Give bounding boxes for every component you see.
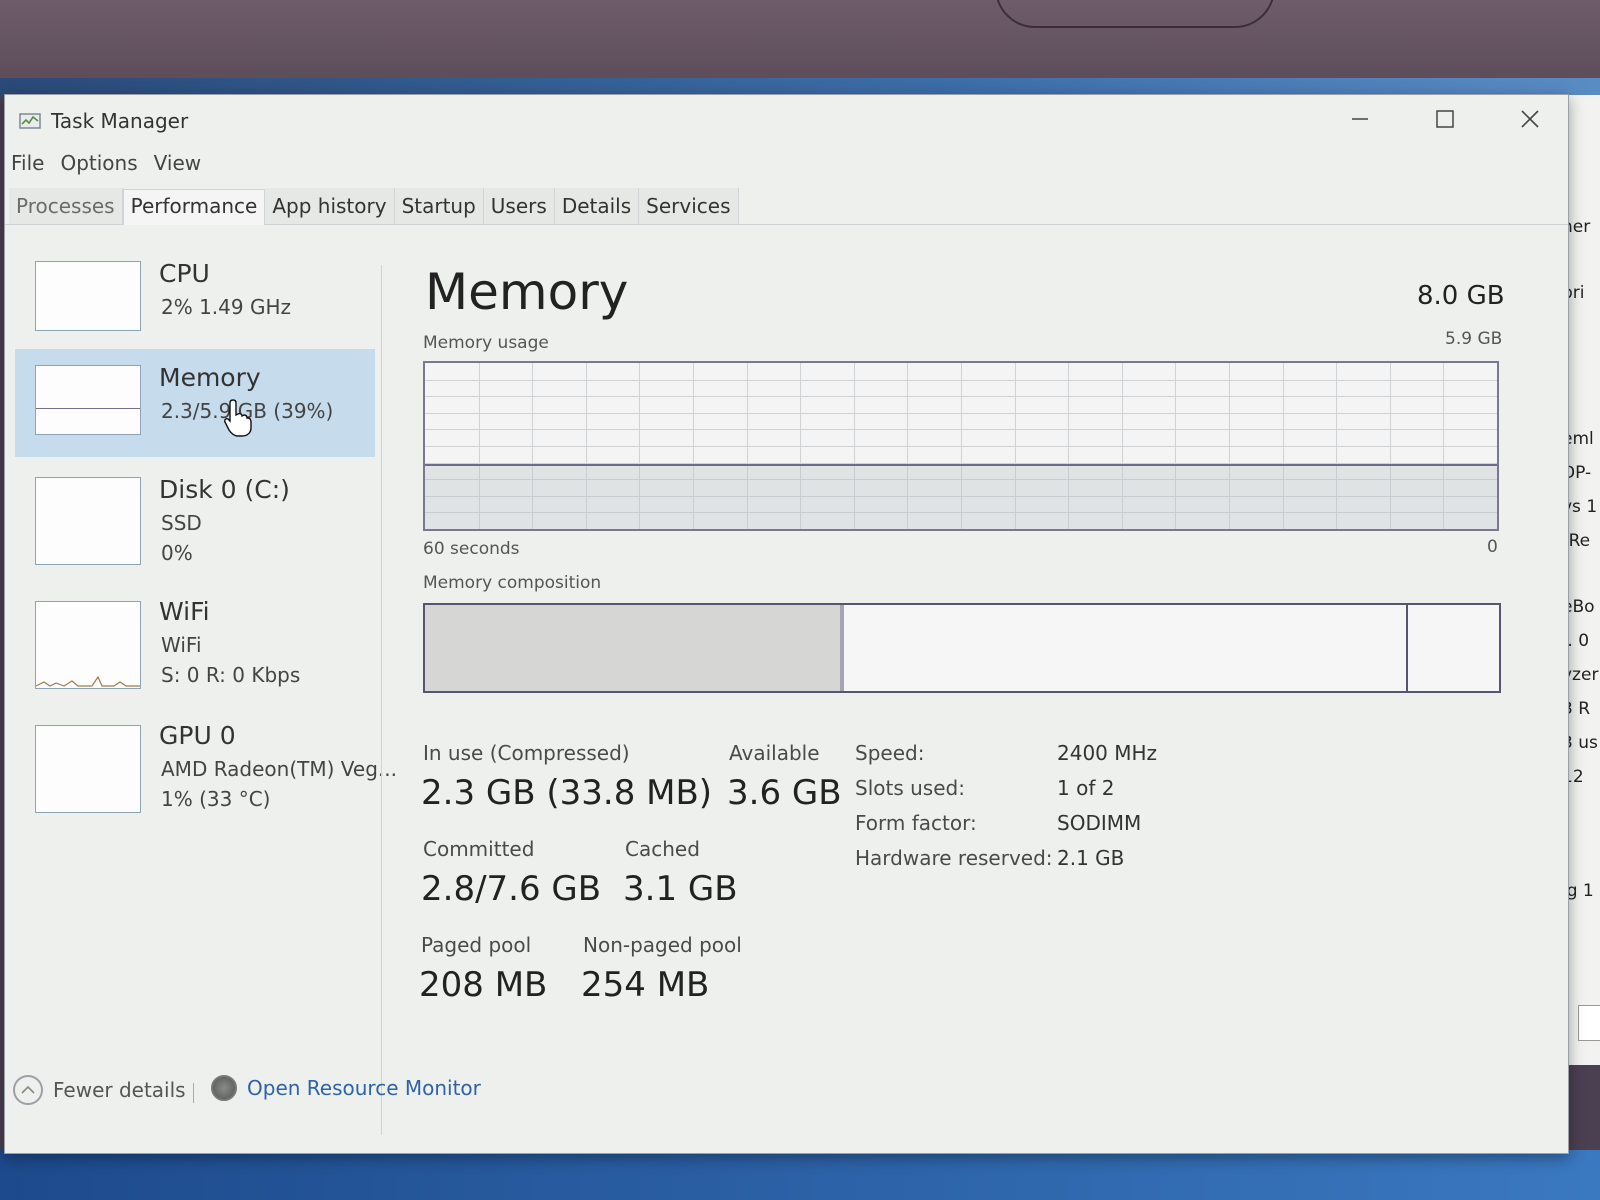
sidebar-item-detail: S: 0 R: 0 Kbps — [161, 663, 301, 687]
usage-graph-max: 5.9 GB — [1445, 329, 1503, 349]
wifi-thumbnail-graph — [35, 601, 141, 689]
sidebar-item-wifi[interactable]: WiFi WiFi S: 0 R: 0 Kbps — [15, 583, 375, 691]
hand-cursor-icon — [224, 399, 252, 437]
open-resource-monitor-link[interactable]: Open Resource Monitor — [211, 1075, 481, 1101]
sidebar-item-title: Disk 0 (C:) — [159, 475, 290, 504]
menu-file[interactable]: File — [11, 151, 44, 179]
graph-axis-right: 0 — [1487, 537, 1498, 557]
sidebar-item-memory[interactable]: Memory 2.3/5.9 GB (39%) — [15, 349, 375, 457]
minimize-button[interactable] — [1325, 99, 1395, 139]
composition-label: Memory composition — [423, 573, 602, 593]
form-factor-value: SODIMM — [1057, 811, 1142, 835]
in-use-value: 2.3 GB (33.8 MB) — [421, 773, 713, 813]
committed-label: Committed — [423, 837, 535, 861]
wifi-sparkline — [36, 675, 140, 687]
graph-gridline — [425, 396, 1497, 398]
graph-gridline — [425, 412, 1497, 414]
footer-divider — [193, 1083, 194, 1103]
tab-users[interactable]: Users — [483, 188, 555, 224]
in-use-label: In use (Compressed) — [423, 741, 630, 765]
gpu-thumbnail-graph — [35, 725, 141, 813]
sidebar-item-title: WiFi — [159, 597, 210, 626]
available-label: Available — [729, 741, 820, 765]
graph-gridline — [425, 446, 1497, 447]
form-factor-label: Form factor: — [855, 811, 977, 835]
sidebar-item-title: Memory — [159, 363, 261, 392]
tab-processes[interactable]: Processes — [9, 188, 123, 224]
disk-thumbnail-graph — [35, 477, 141, 565]
sidebar-item-gpu[interactable]: GPU 0 AMD Radeon(TM) Veg... 1% (33 °C) — [15, 707, 397, 815]
graph-gridline — [425, 429, 1497, 431]
resource-sidebar: CPU 2% 1.49 GHz Memory 2.3/5.9 GB (39%) … — [11, 241, 397, 1141]
tab-app-history[interactable]: App history — [265, 188, 395, 224]
tab-services[interactable]: Services — [639, 188, 739, 224]
cached-label: Cached — [625, 837, 700, 861]
tab-details[interactable]: Details — [554, 188, 640, 224]
hardware-reserved-value: 2.1 GB — [1057, 846, 1125, 870]
paged-pool-value: 208 MB — [419, 965, 548, 1005]
task-manager-window: Task Manager File Options View Processes… — [4, 94, 1569, 1154]
sidebar-item-cpu[interactable]: CPU 2% 1.49 GHz — [15, 241, 375, 349]
chevron-up-icon — [13, 1075, 43, 1105]
slots-label: Slots used: — [855, 776, 965, 800]
maximize-icon — [1436, 110, 1454, 128]
cpu-thumbnail-graph — [35, 261, 141, 331]
hardware-reserved-label: Hardware reserved: — [855, 846, 1053, 870]
sidebar-item-detail: SSD — [161, 511, 202, 535]
webcam-notch — [995, 0, 1275, 28]
resource-monitor-icon — [211, 1075, 237, 1101]
sidebar-item-detail: WiFi — [161, 633, 202, 657]
sidebar-item-disk[interactable]: Disk 0 (C:) SSD 0% — [15, 459, 375, 567]
fewer-details-label: Fewer details — [53, 1078, 186, 1102]
tab-bar: Processes Performance App history Startu… — [5, 187, 1568, 225]
title-bar[interactable]: Task Manager — [5, 95, 1568, 143]
tab-performance[interactable]: Performance — [122, 189, 266, 225]
open-resource-monitor-label: Open Resource Monitor — [247, 1076, 481, 1100]
window-title: Task Manager — [51, 109, 189, 133]
laptop-bezel — [0, 0, 1600, 80]
sidebar-item-detail: AMD Radeon(TM) Veg... — [161, 757, 397, 781]
memory-composition-bar — [423, 603, 1501, 693]
desktop-wallpaper-bottom — [0, 1150, 1600, 1200]
non-paged-pool-value: 254 MB — [581, 965, 710, 1005]
total-memory: 8.0 GB — [1417, 281, 1505, 311]
footer-bar: Fewer details Open Resource Monitor — [5, 1075, 1568, 1115]
non-paged-pool-label: Non-paged pool — [583, 933, 742, 957]
composition-in-use[interactable] — [425, 605, 844, 691]
menu-options[interactable]: Options — [60, 151, 137, 179]
menu-view[interactable]: View — [154, 151, 201, 179]
available-value: 3.6 GB — [727, 773, 842, 813]
speed-value: 2400 MHz — [1057, 741, 1158, 765]
bg-window-control — [1578, 1005, 1600, 1041]
minimize-icon — [1352, 118, 1368, 120]
close-icon — [1521, 110, 1539, 128]
task-manager-icon — [19, 113, 41, 129]
graph-axis-left: 60 seconds — [423, 539, 520, 559]
graph-gridline — [425, 379, 1497, 381]
composition-free[interactable] — [1408, 605, 1499, 691]
menu-bar: File Options View — [11, 151, 201, 179]
tab-startup[interactable]: Startup — [394, 188, 484, 224]
memory-thumbnail-graph — [35, 365, 141, 435]
maximize-button[interactable] — [1410, 99, 1480, 139]
memory-usage-graph — [423, 361, 1499, 531]
sidebar-item-detail: 0% — [161, 541, 193, 565]
speed-label: Speed: — [855, 741, 925, 765]
sidebar-item-title: CPU — [159, 259, 210, 288]
slots-value: 1 of 2 — [1057, 776, 1115, 800]
sidebar-item-title: GPU 0 — [159, 721, 236, 750]
paged-pool-label: Paged pool — [421, 933, 532, 957]
memory-usage-fill — [425, 464, 1497, 529]
cached-value: 3.1 GB — [623, 869, 738, 909]
committed-value: 2.8/7.6 GB — [421, 869, 602, 909]
composition-standby[interactable] — [844, 605, 1408, 691]
sidebar-divider — [381, 265, 382, 1135]
close-button[interactable] — [1495, 99, 1565, 139]
page-title: Memory — [425, 263, 629, 321]
sidebar-item-detail: 2% 1.49 GHz — [161, 295, 292, 319]
sidebar-item-detail: 1% (33 °C) — [161, 787, 271, 811]
fewer-details-button[interactable]: Fewer details — [13, 1075, 186, 1105]
usage-graph-label: Memory usage — [423, 333, 549, 353]
